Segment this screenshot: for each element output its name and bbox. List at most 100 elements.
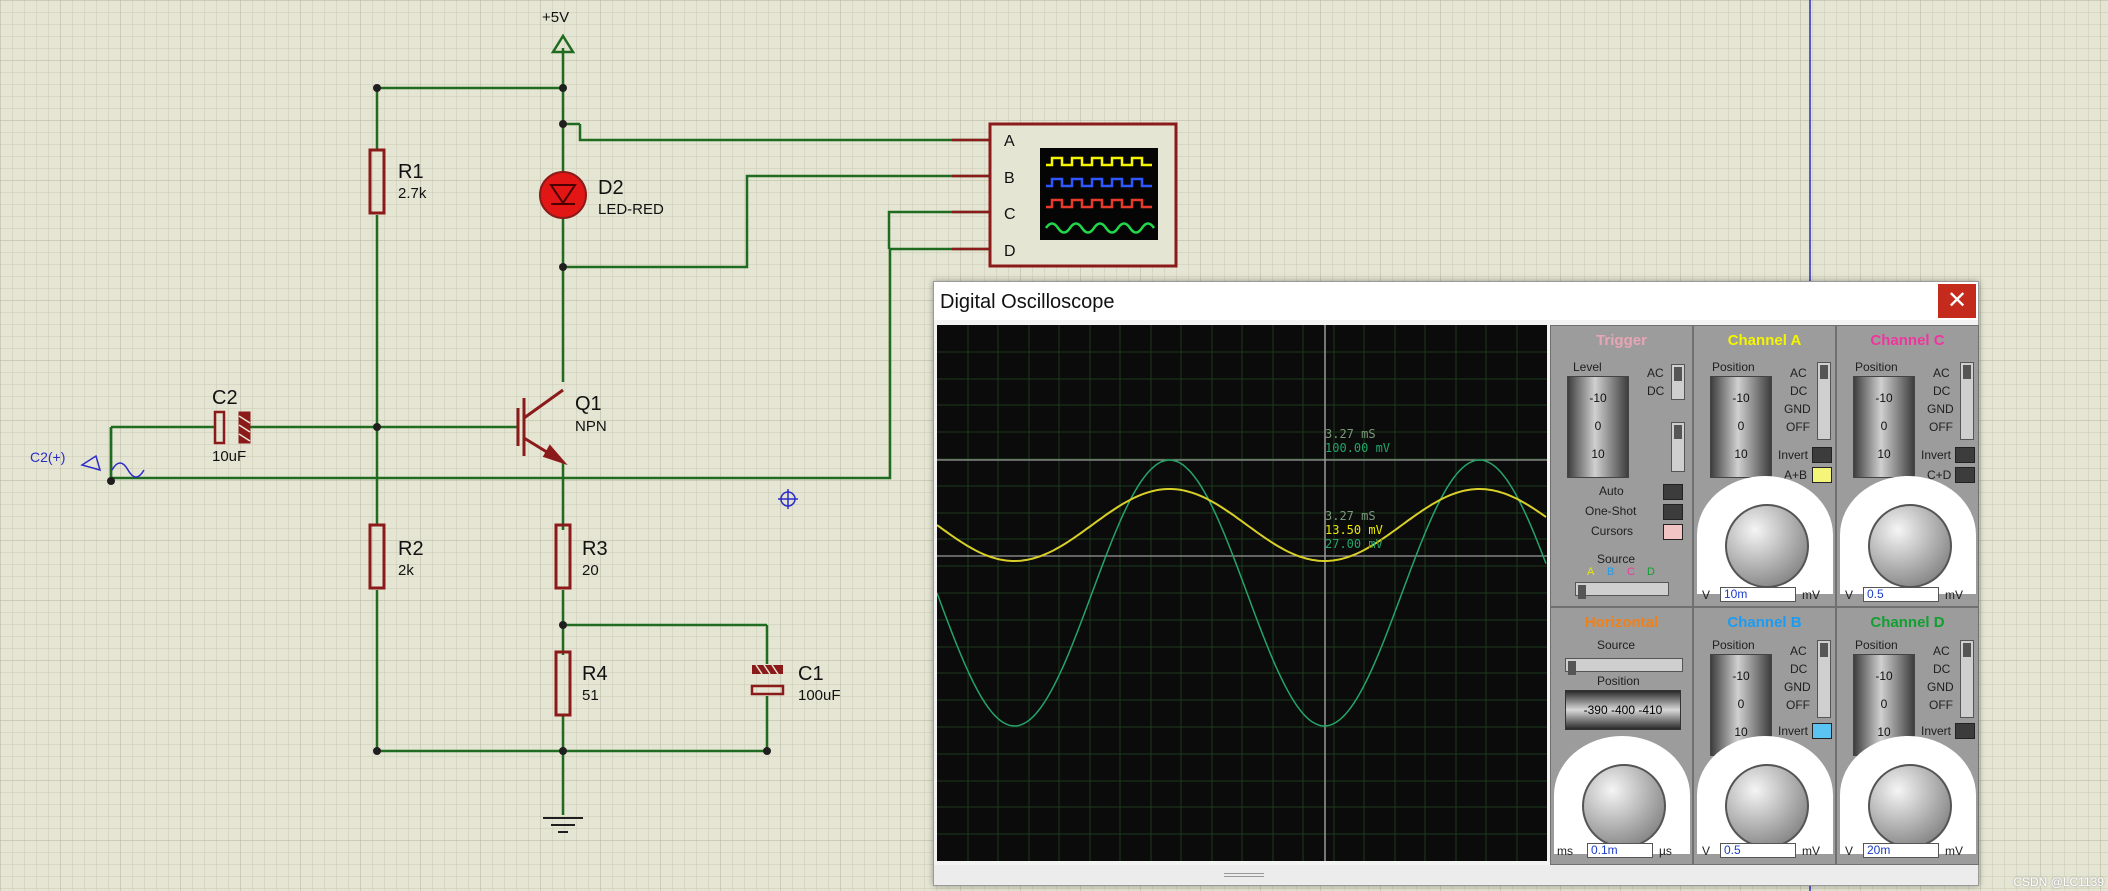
channel-c-panel: Channel C Position -10 0 10 AC DC GND OF… bbox=[1836, 325, 1979, 607]
supply-label: +5V bbox=[542, 9, 569, 26]
channel-d-position-label: Position bbox=[1855, 638, 1898, 652]
horizontal-position-label: Position bbox=[1597, 674, 1640, 688]
channel-a-dc: DC bbox=[1790, 384, 1808, 398]
trigger-coupling-switch[interactable] bbox=[1671, 364, 1685, 400]
channel-d-off: OFF bbox=[1929, 698, 1953, 712]
r3-ref: R3 bbox=[582, 538, 608, 560]
cursor2-time: 3.27 mS bbox=[1325, 509, 1376, 523]
channel-c-volts-field[interactable]: 0.5 bbox=[1863, 587, 1939, 602]
channel-b-ac: AC bbox=[1790, 644, 1807, 658]
channel-d-invert-button[interactable] bbox=[1955, 723, 1975, 739]
r3-value: 20 bbox=[582, 562, 599, 579]
c1-ref: C1 bbox=[798, 663, 824, 685]
window-titlebar[interactable]: Digital Oscilloscope ✕ bbox=[934, 282, 1978, 320]
fader-tick-mid: 0 bbox=[1594, 419, 1602, 433]
cursor1-value: 100.00 mV bbox=[1325, 441, 1391, 455]
channel-c-invert-button[interactable] bbox=[1955, 447, 1975, 463]
channel-c-ac: AC bbox=[1933, 366, 1950, 380]
channel-b-gnd: GND bbox=[1784, 680, 1811, 694]
timebase-value-field[interactable]: 0.1m bbox=[1587, 843, 1653, 858]
channel-d-gnd: GND bbox=[1927, 680, 1954, 694]
channel-b-title: Channel B bbox=[1727, 614, 1802, 631]
horizontal-position-readout[interactable]: -390 -400 -410 bbox=[1565, 690, 1681, 730]
led-d2[interactable] bbox=[539, 171, 587, 219]
scope-display[interactable]: 3.27 mS 100.00 mV 3.27 mS 13.50 mV 27.00… bbox=[936, 325, 1547, 861]
channel-d-coupling-switch[interactable] bbox=[1960, 640, 1974, 718]
channel-d-ac: AC bbox=[1933, 644, 1950, 658]
horizontal-panel: Horizontal Source Position -390 -400 -41… bbox=[1550, 607, 1693, 865]
channel-d-volts-field[interactable]: 20m bbox=[1863, 843, 1939, 858]
trigger-source-slider[interactable] bbox=[1575, 582, 1669, 599]
channel-d-invert-label: Invert bbox=[1921, 724, 1952, 738]
watermark: CSDN @LC1139 bbox=[2013, 875, 2104, 889]
close-button[interactable]: ✕ bbox=[1938, 284, 1976, 318]
oscilloscope-window[interactable]: Digital Oscilloscope ✕ 3.27 mS 100.00 mV… bbox=[933, 281, 1979, 886]
channel-b-volts-dial[interactable] bbox=[1725, 764, 1809, 848]
scope-traces bbox=[936, 325, 1547, 861]
cursor2-value-a: 13.50 mV bbox=[1325, 523, 1383, 537]
fader-tick-top: -10 bbox=[1732, 669, 1750, 683]
channel-b-panel: Channel B Position -10 0 10 AC DC GND OF… bbox=[1693, 607, 1836, 865]
channel-c-off: OFF bbox=[1929, 420, 1953, 434]
fader-tick-bottom: 10 bbox=[1877, 447, 1891, 461]
trigger-edge-switch[interactable] bbox=[1671, 422, 1685, 472]
channel-c-unit-right: mV bbox=[1945, 588, 1963, 602]
channel-d-title: Channel D bbox=[1870, 614, 1945, 631]
r4-ref: R4 bbox=[582, 663, 608, 685]
fader-tick-mid: 0 bbox=[1737, 419, 1745, 433]
d2-value: LED-RED bbox=[598, 201, 664, 218]
channel-d-panel: Channel D Position -10 0 10 AC DC GND OF… bbox=[1836, 607, 1979, 865]
trigger-level-label: Level bbox=[1573, 360, 1602, 374]
timebase-dial[interactable] bbox=[1582, 764, 1666, 848]
channel-c-unit-left: V bbox=[1845, 588, 1854, 602]
channel-a-volts-dial[interactable] bbox=[1725, 504, 1809, 588]
timebase-unit-left: ms bbox=[1557, 844, 1573, 858]
resize-grip-icon[interactable] bbox=[1224, 873, 1264, 877]
channel-c-combine-button[interactable] bbox=[1955, 467, 1975, 483]
channel-d-volts-dial[interactable] bbox=[1868, 764, 1952, 848]
channel-a-volts-field[interactable]: 10m bbox=[1720, 587, 1796, 602]
channel-b-dc: DC bbox=[1790, 662, 1808, 676]
fader-tick-top: -10 bbox=[1732, 391, 1750, 405]
trigger-source-b: B bbox=[1607, 566, 1615, 578]
channel-a-position-fader[interactable]: -10 0 10 bbox=[1710, 376, 1772, 478]
cursor1-time: 3.27 mS bbox=[1325, 427, 1376, 441]
channel-a-coupling-switch[interactable] bbox=[1817, 362, 1831, 440]
cursor2-value-b: 27.00 mV bbox=[1325, 537, 1383, 551]
channel-d-dc: DC bbox=[1933, 662, 1951, 676]
fader-tick-mid: 0 bbox=[1737, 697, 1745, 711]
channel-c-volts-dial[interactable] bbox=[1868, 504, 1952, 588]
channel-a-position-label: Position bbox=[1712, 360, 1755, 374]
fader-tick-top: -10 bbox=[1589, 391, 1607, 405]
channel-c-gnd: GND bbox=[1927, 402, 1954, 416]
channel-a-invert-button[interactable] bbox=[1812, 447, 1832, 463]
trigger-level-fader[interactable]: -10 0 10 bbox=[1567, 376, 1629, 478]
channel-b-coupling-switch[interactable] bbox=[1817, 640, 1831, 718]
trigger-source-d: D bbox=[1647, 566, 1655, 578]
auto-button[interactable] bbox=[1663, 484, 1683, 500]
channel-d-unit-left: V bbox=[1845, 844, 1854, 858]
trigger-title: Trigger bbox=[1596, 332, 1647, 349]
scope-input-d: D bbox=[1004, 243, 1016, 260]
d2-ref: D2 bbox=[598, 177, 624, 199]
scope-grid bbox=[937, 325, 1547, 861]
channel-a-combine-button[interactable] bbox=[1812, 467, 1832, 483]
trigger-ac-label: AC bbox=[1647, 366, 1664, 380]
fader-tick-top: -10 bbox=[1875, 669, 1893, 683]
horizontal-title: Horizontal bbox=[1584, 614, 1659, 631]
channel-a-gnd: GND bbox=[1784, 402, 1811, 416]
horizontal-source-slider[interactable] bbox=[1565, 658, 1683, 675]
channel-c-position-label: Position bbox=[1855, 360, 1898, 374]
channel-a-panel: Channel A Position -10 0 10 AC DC GND OF… bbox=[1693, 325, 1836, 607]
trigger-source-c: C bbox=[1627, 566, 1635, 578]
c2-ref: C2 bbox=[212, 387, 238, 409]
one-shot-button[interactable] bbox=[1663, 504, 1683, 520]
channel-b-invert-label: Invert bbox=[1778, 724, 1809, 738]
fader-tick-bottom: 10 bbox=[1591, 447, 1605, 461]
cursors-button[interactable] bbox=[1663, 524, 1683, 540]
channel-b-invert-button[interactable] bbox=[1812, 723, 1832, 739]
channel-c-position-fader[interactable]: -10 0 10 bbox=[1853, 376, 1915, 478]
channel-b-volts-field[interactable]: 0.5 bbox=[1720, 843, 1796, 858]
channel-c-coupling-switch[interactable] bbox=[1960, 362, 1974, 440]
q1-ref: Q1 bbox=[575, 393, 602, 415]
